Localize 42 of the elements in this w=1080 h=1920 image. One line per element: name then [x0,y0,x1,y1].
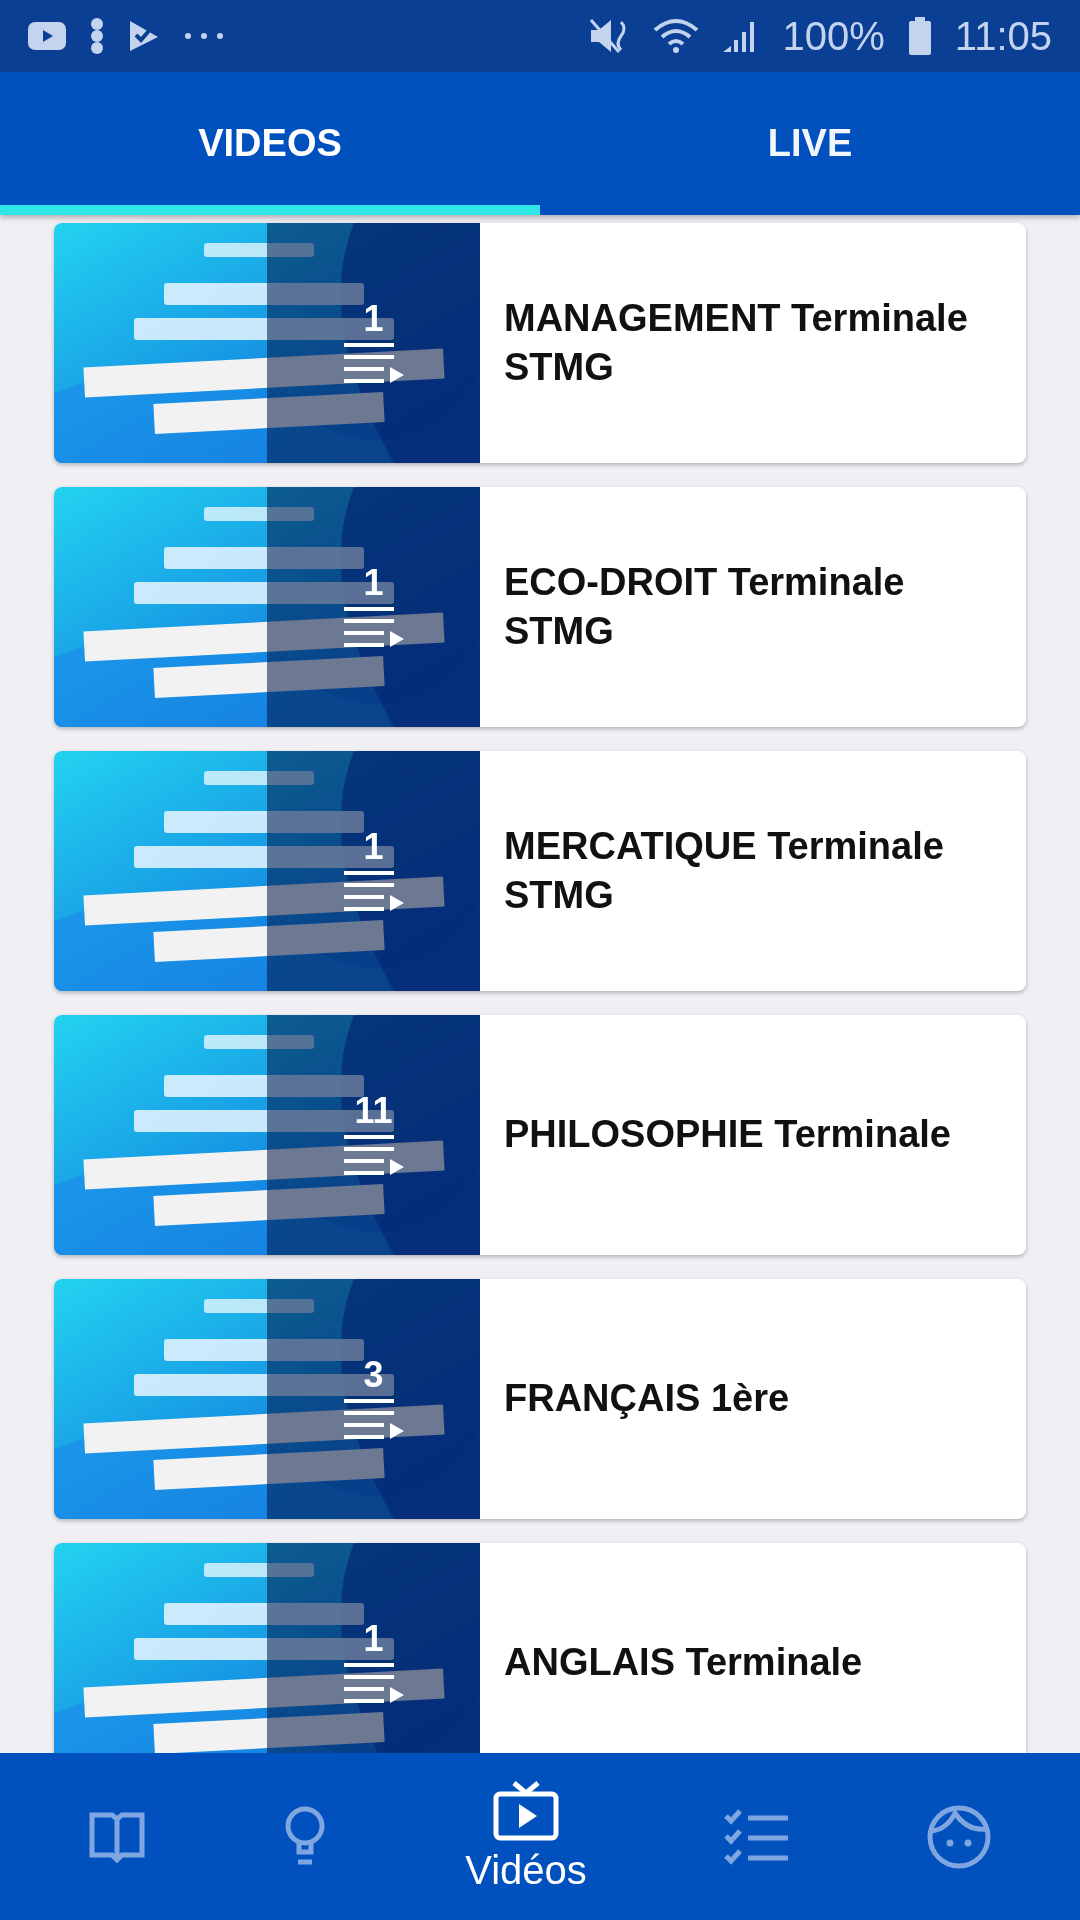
playlist-card[interactable]: 1 MANAGEMENT Terminale STMG [54,223,1026,463]
battery-percentage: 100% [782,13,885,59]
nav-item[interactable]: Vidéos [465,1780,587,1893]
playlist-icon [343,869,404,913]
playlist-title: ANGLAIS Terminale [503,1640,864,1686]
check-icon [128,19,160,53]
playlist-card[interactable]: 11 PHILOSOPHIE Terminale [54,1015,1026,1255]
nav-item[interactable] [927,1804,992,1869]
video-count: 1 [363,301,384,337]
nav-item[interactable] [88,1810,145,1863]
playlist-icon [343,605,404,649]
video-count: 1 [363,829,384,865]
playlist-card[interactable]: 1 ANGLAIS Terminale [54,1543,1026,1753]
checklist-icon [724,1807,791,1866]
playlist-title: FRANÇAIS 1ère [503,1376,791,1422]
playlist-icon [343,1661,404,1705]
playlist-icon [343,341,404,385]
battery-icon [908,17,931,55]
youtube-icon [28,22,66,50]
wifi-icon [652,18,699,54]
tv-icon [492,1780,560,1842]
playlist-card[interactable]: 1 MERCATIQUE Terminale STMG [54,751,1026,991]
video-count: 1 [363,1621,384,1657]
playlist-card[interactable]: 1 ECO-DROIT Terminale STMG [54,487,1026,727]
playlist-icon [343,1133,404,1177]
clock: 11:05 [954,13,1052,59]
tab[interactable]: LIVE [540,72,1080,215]
book-icon [88,1810,145,1863]
nav-item[interactable] [724,1807,791,1866]
playlist-title: MERCATIQUE Terminale STMG [503,823,945,918]
playlist-title: ECO-DROIT Terminale STMG [503,559,906,654]
playlist-title: PHILOSOPHIE Terminale [503,1112,952,1158]
playlist-title: MANAGEMENT Terminale STMG [503,295,969,390]
notification-icon [90,18,104,54]
mute-icon [588,18,629,54]
playlist-card[interactable]: 3 FRANÇAIS 1ère [54,1279,1026,1519]
video-count: 11 [354,1093,393,1129]
more-icon [184,32,224,40]
video-count: 3 [363,1357,384,1393]
face-icon [927,1804,992,1869]
playlist-icon [343,1397,404,1441]
video-count: 1 [363,565,384,601]
